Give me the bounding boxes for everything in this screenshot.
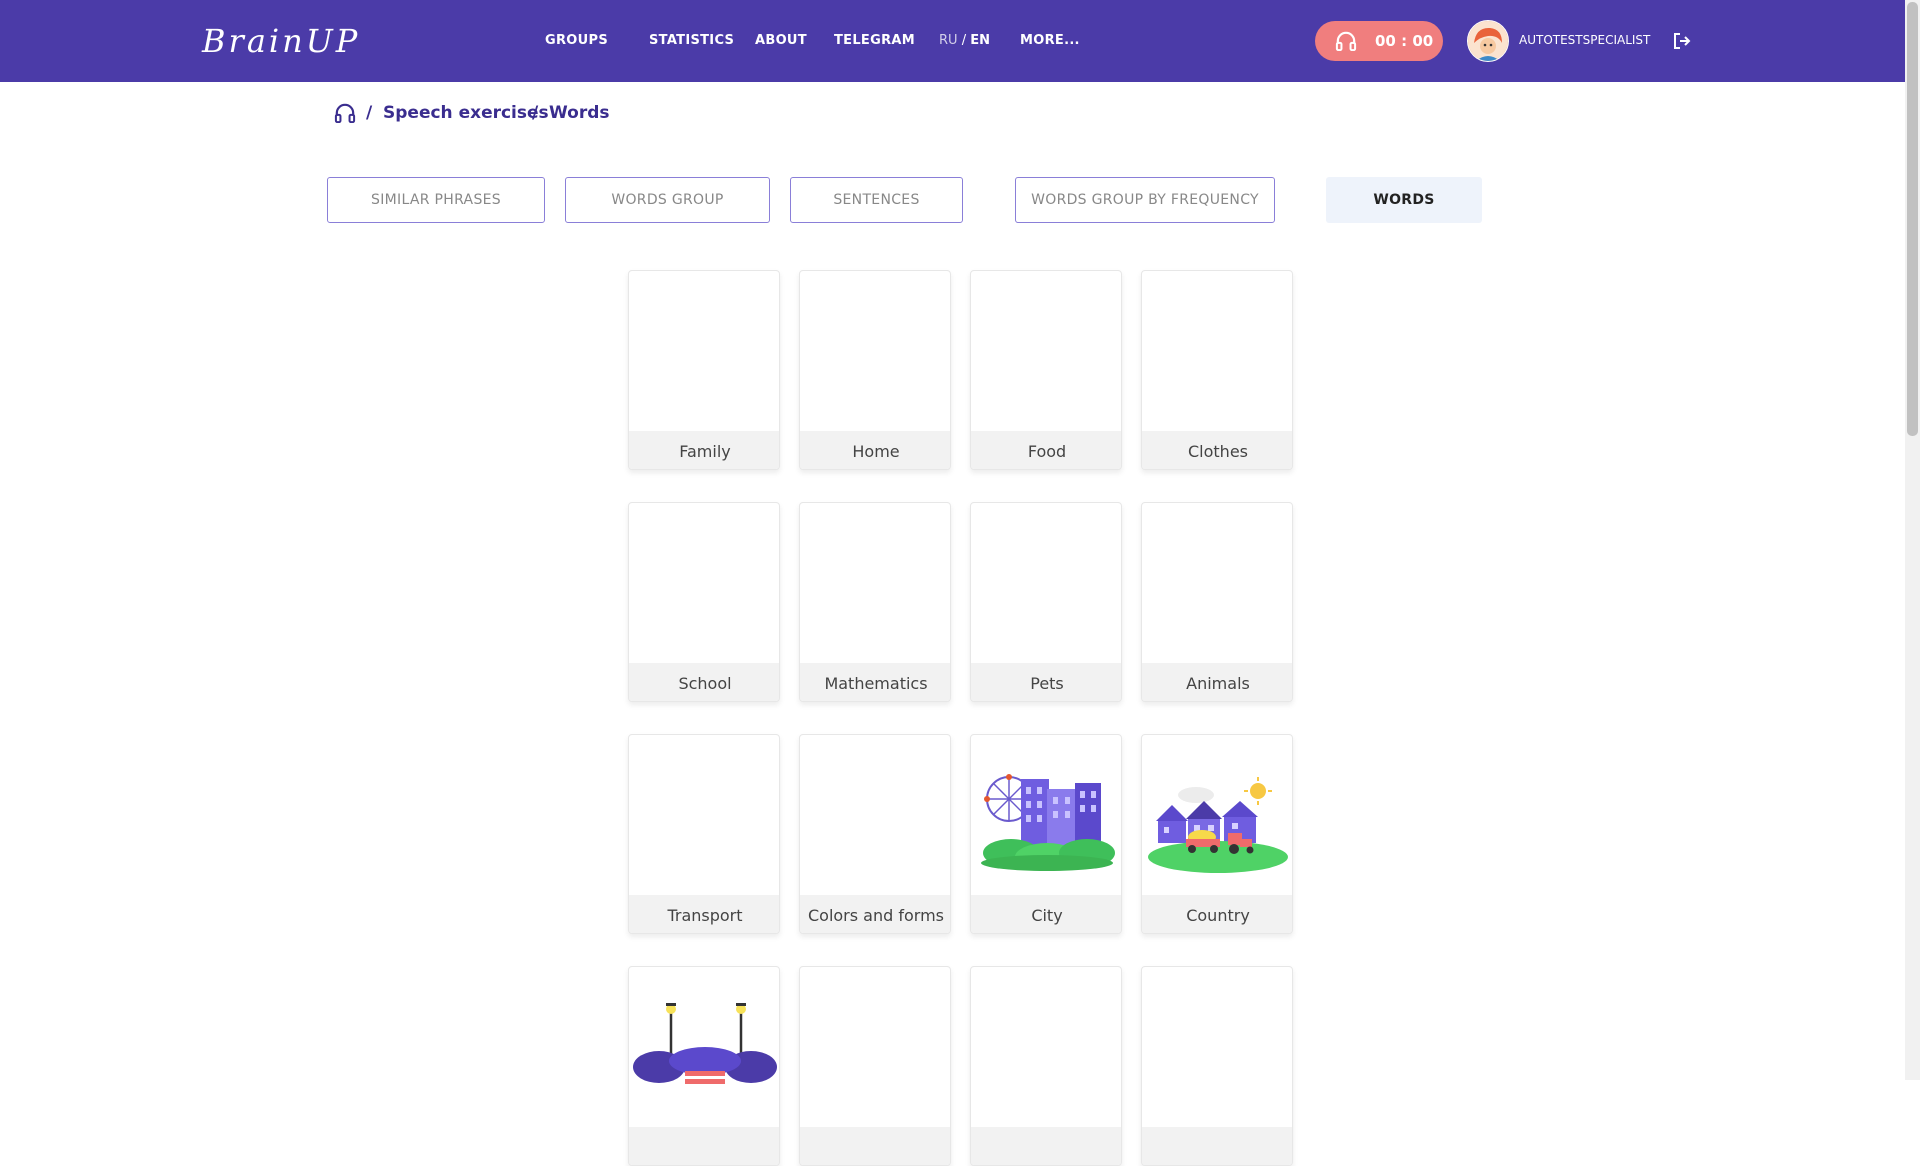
country-illustration [1142, 735, 1292, 895]
card-image [971, 271, 1121, 431]
card-label [1142, 1127, 1292, 1165]
card-animals[interactable]: Animals [1141, 502, 1293, 702]
card-label: Home [800, 431, 950, 469]
card-image [971, 967, 1121, 1127]
nav-telegram[interactable]: TELEGRAM [834, 33, 915, 48]
card-image [800, 967, 950, 1127]
nav-groups[interactable]: GROUPS [545, 33, 608, 48]
card-label: Colors and forms [800, 895, 950, 933]
card-label: Mathematics [800, 663, 950, 701]
timer-button[interactable]: 00 : 00 [1315, 21, 1443, 61]
lang-ru[interactable]: RU [939, 33, 958, 48]
card-image [1142, 271, 1292, 431]
card-school[interactable]: School [628, 502, 780, 702]
headphones-icon [1335, 31, 1357, 51]
card-label [800, 1127, 950, 1165]
card-label [629, 1127, 779, 1165]
card-image [800, 735, 950, 895]
card-home[interactable]: Home [799, 270, 951, 470]
card[interactable] [970, 966, 1122, 1166]
card-family[interactable]: Family [628, 270, 780, 470]
username[interactable]: AUTOTESTSPECIALIST [1519, 33, 1650, 47]
card-image [800, 503, 950, 663]
card-label: Family [629, 431, 779, 469]
card-label: School [629, 663, 779, 701]
tab-similar-phrases[interactable]: SIMILAR PHRASES [327, 177, 545, 223]
breadcrumb-speech-exercises[interactable]: Speech exercises [383, 103, 549, 123]
card-park[interactable] [628, 966, 780, 1166]
tab-words-group[interactable]: WORDS GROUP [565, 177, 770, 223]
breadcrumb-separator: / [366, 103, 373, 123]
park-illustration [629, 967, 779, 1127]
breadcrumb-separator: / [532, 103, 539, 123]
brainup-logo[interactable]: BrainUP [202, 22, 360, 60]
logout-icon[interactable] [1672, 31, 1692, 55]
card-label: Food [971, 431, 1121, 469]
card-image [1142, 967, 1292, 1127]
nav-more[interactable]: MORE... [1020, 33, 1080, 48]
card-transport[interactable]: Transport [628, 734, 780, 934]
card-label [971, 1127, 1121, 1165]
card-label: Animals [1142, 663, 1292, 701]
breadcrumb-words: Words [549, 103, 610, 123]
card-label: Clothes [1142, 431, 1292, 469]
card-image [629, 271, 779, 431]
scrollbar-thumb[interactable] [1907, 2, 1918, 436]
top-navigation-bar: BrainUP GROUPS STATISTICS ABOUT TELEGRAM… [0, 0, 1905, 82]
lang-separator: / [957, 33, 971, 48]
card-city[interactable]: City [970, 734, 1122, 934]
card-label: City [971, 895, 1121, 933]
nav-statistics[interactable]: STATISTICS [649, 33, 734, 48]
nav-about[interactable]: ABOUT [755, 33, 807, 48]
card[interactable] [1141, 966, 1293, 1166]
breadcrumb-home-icon[interactable] [334, 103, 356, 128]
tab-words[interactable]: WORDS [1326, 177, 1482, 223]
card-image [1142, 503, 1292, 663]
card-food[interactable]: Food [970, 270, 1122, 470]
card-image [800, 271, 950, 431]
card-clothes[interactable]: Clothes [1141, 270, 1293, 470]
card-image [629, 735, 779, 895]
card-label: Transport [629, 895, 779, 933]
card-pets[interactable]: Pets [970, 502, 1122, 702]
card-image [629, 503, 779, 663]
card-label: Country [1142, 895, 1292, 933]
card-label: Pets [971, 663, 1121, 701]
card[interactable] [799, 966, 951, 1166]
lang-en[interactable]: EN [970, 33, 990, 48]
card-mathematics[interactable]: Mathematics [799, 502, 951, 702]
card-country[interactable]: Country [1141, 734, 1293, 934]
tab-words-group-by-frequency[interactable]: WORDS GROUP BY FREQUENCY [1015, 177, 1275, 223]
city-illustration [971, 735, 1121, 895]
timer-value: 00 : 00 [1375, 32, 1434, 50]
language-switcher: RU / EN [939, 33, 990, 48]
user-avatar[interactable] [1467, 20, 1509, 62]
card-colors-and-forms[interactable]: Colors and forms [799, 734, 951, 934]
tab-sentences[interactable]: SENTENCES [790, 177, 963, 223]
card-image [971, 503, 1121, 663]
